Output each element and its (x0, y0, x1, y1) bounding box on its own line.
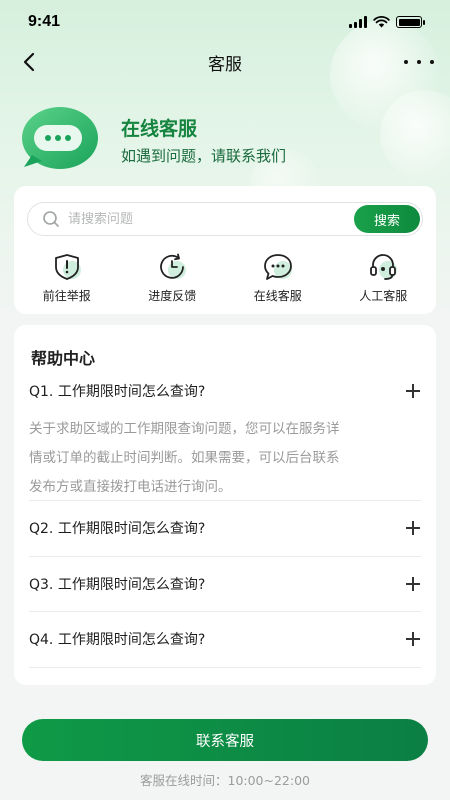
help-center-title: 帮助中心 (31, 349, 96, 368)
headset-icon (370, 254, 398, 280)
expand-plus-icon[interactable] (405, 631, 421, 647)
wifi-icon (373, 16, 390, 28)
faq-question[interactable]: Q1. 工作期限时间怎么查询? (29, 381, 421, 401)
quick-action-progress[interactable]: 进度反馈 (120, 252, 226, 306)
expand-plus-icon[interactable] (405, 576, 421, 592)
hero-title: 在线客服 (121, 118, 198, 140)
search-button[interactable]: 搜索 (354, 205, 420, 233)
quick-action-human-service[interactable]: 人工客服 (331, 252, 437, 306)
faq-answer-line: 发布方或直接拨打电话进行询问。 (29, 479, 232, 495)
help-center-card: 帮助中心 Q1. 工作期限时间怎么查询? 关于求助区域的工作期限查询问题，您可以… (14, 325, 436, 685)
divider (29, 556, 421, 557)
faq-item[interactable]: Q4. 工作期限时间怎么查询? (29, 629, 421, 649)
hero-subtitle: 如遇到问题，请联系我们 (121, 147, 287, 165)
page-title: 客服 (208, 54, 242, 75)
battery-icon (396, 16, 425, 28)
faq-answer: 关于求助区域的工作期限查询问题，您可以在服务详 情或订单的截止时间判断。如果需要… (29, 415, 421, 502)
quick-action-label: 进度反馈 (148, 289, 197, 303)
divider (29, 667, 421, 668)
progress-clock-icon (160, 253, 187, 279)
quick-actions: 前往举报 进度反馈 在线客服 人工客服 (14, 252, 436, 306)
faq-question-text: Q4. 工作期限时间怎么查询? (29, 632, 206, 648)
faq-item[interactable]: Q3. 工作期限时间怎么查询? (29, 574, 421, 594)
faq-question[interactable]: Q4. 工作期限时间怎么查询? (29, 629, 421, 649)
back-chevron-icon[interactable] (18, 50, 42, 74)
status-icons (349, 16, 425, 28)
report-shield-icon (54, 254, 81, 280)
quick-action-report[interactable]: 前往举报 (14, 252, 120, 306)
more-options-icon[interactable] (404, 50, 434, 74)
faq-question-text: Q2. 工作期限时间怎么查询? (29, 521, 206, 537)
search-input[interactable] (68, 211, 338, 227)
service-hours-text: 客服在线时间：10:00~22:00 (139, 773, 311, 788)
chat-bubble-icon (263, 254, 292, 280)
search-bar: 搜索 (27, 202, 423, 236)
expand-plus-icon[interactable] (405, 520, 421, 536)
status-bar: 9:41 (0, 0, 450, 44)
faq-item[interactable]: Q1. 工作期限时间怎么查询? 关于求助区域的工作期限查询问题，您可以在服务详 … (29, 381, 421, 502)
faq-answer-line: 关于求助区域的工作期限查询问题，您可以在服务详 (29, 421, 340, 437)
quick-action-label: 前往举报 (42, 289, 91, 303)
status-time: 9:41 (28, 13, 61, 30)
faq-question[interactable]: Q2. 工作期限时间怎么查询? (29, 518, 421, 538)
quick-action-online-service[interactable]: 在线客服 (225, 252, 331, 306)
navigation-bar: 客服 (0, 44, 450, 80)
faq-question-text: Q3. 工作期限时间怎么查询? (29, 577, 206, 593)
faq-question-text: Q1. 工作期限时间怎么查询? (29, 384, 206, 400)
quick-action-label: 人工客服 (359, 289, 408, 303)
chat-bubble-logo-icon (22, 107, 98, 169)
faq-item[interactable]: Q2. 工作期限时间怎么查询? (29, 518, 421, 538)
search-and-actions-card: 搜索 前往举报 进度反馈 (14, 186, 436, 314)
faq-answer-line: 情或订单的截止时间判断。如果需要，可以后台联系 (29, 450, 340, 466)
divider (29, 611, 421, 612)
divider (29, 500, 421, 501)
contact-service-button[interactable]: 联系客服 (22, 719, 428, 761)
faq-question[interactable]: Q3. 工作期限时间怎么查询? (29, 574, 421, 594)
search-icon (43, 211, 59, 227)
cellular-signal-icon (349, 16, 367, 28)
expand-plus-icon[interactable] (405, 383, 421, 399)
quick-action-label: 在线客服 (253, 289, 302, 303)
